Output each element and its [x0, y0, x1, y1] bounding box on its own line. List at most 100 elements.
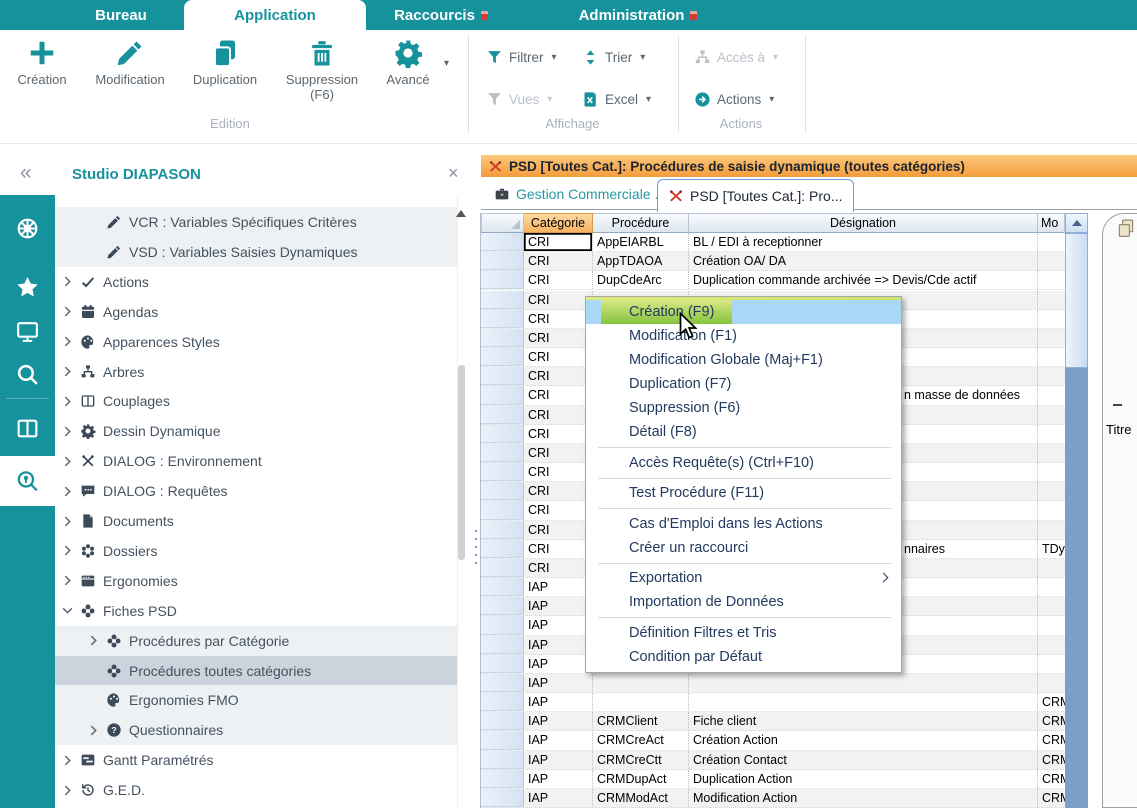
- row-header-cell[interactable]: [481, 789, 524, 807]
- chevron-right-icon[interactable]: [61, 516, 73, 527]
- sidebar-item-16[interactable]: Ergonomies FMO: [55, 685, 457, 715]
- row-header-cell[interactable]: [481, 425, 524, 443]
- cell-categorie[interactable]: CRI: [524, 386, 593, 404]
- sidebar-item-19[interactable]: G.E.D.: [55, 775, 457, 805]
- cell-module[interactable]: [1038, 425, 1065, 443]
- cell-categorie[interactable]: CRI: [524, 233, 593, 251]
- cell-categorie[interactable]: IAP: [524, 674, 593, 692]
- sidebar-item-1[interactable]: VSD : Variables Saisies Dynamiques: [55, 237, 457, 267]
- cell-categorie[interactable]: CRI: [524, 271, 593, 289]
- star-icon[interactable]: [15, 275, 40, 300]
- collapse-sidebar-button[interactable]: «: [20, 161, 32, 185]
- cell-module[interactable]: [1038, 616, 1065, 634]
- cell-module[interactable]: [1038, 252, 1065, 270]
- cell-module[interactable]: [1038, 310, 1065, 328]
- cell-procedure[interactable]: AppEIARBL: [593, 233, 689, 251]
- chevron-right-icon[interactable]: [61, 276, 73, 287]
- cell-categorie[interactable]: CRI: [524, 501, 593, 519]
- cell-categorie[interactable]: CRI: [524, 482, 593, 500]
- cell-module[interactable]: CRM: [1038, 731, 1065, 749]
- cell-module[interactable]: [1038, 655, 1065, 673]
- menu-item-15[interactable]: Importation de Données: [586, 590, 901, 614]
- cell-module[interactable]: [1038, 674, 1065, 692]
- cell-procedure[interactable]: CRMCreAct: [593, 731, 689, 749]
- column-header-designation[interactable]: Désignation: [689, 213, 1038, 233]
- table-row[interactable]: IAP CRMCreCtt Création Contact CRM: [481, 751, 1065, 770]
- tab-psd-toutes-cat[interactable]: PSD [Toutes Cat.]: Pro...: [657, 179, 854, 212]
- menu-item-7[interactable]: Accès Requête(s) (Ctrl+F10): [586, 451, 901, 475]
- row-header-cell[interactable]: [481, 559, 524, 577]
- menu-item-4[interactable]: Suppression (F6): [586, 396, 901, 420]
- cell-categorie[interactable]: IAP: [524, 770, 593, 788]
- cell-designation[interactable]: Création Action: [689, 731, 1038, 749]
- table-row[interactable]: IAP CRMModAct Modification Action CRM: [481, 789, 1065, 808]
- row-header-cell[interactable]: [481, 406, 524, 424]
- cell-module[interactable]: [1038, 444, 1065, 462]
- cell-categorie[interactable]: CRI: [524, 329, 593, 347]
- column-header-categorie[interactable]: Catégorie: [524, 213, 593, 233]
- excel-button[interactable]: Excel ▾: [582, 88, 651, 110]
- sidebar-item-0[interactable]: VCR : Variables Spécifiques Critères: [55, 207, 457, 237]
- close-icon[interactable]: ×: [448, 163, 459, 184]
- row-header-cell[interactable]: [481, 252, 524, 270]
- sidebar-item-6[interactable]: Couplages: [55, 386, 457, 416]
- cell-module[interactable]: TDyMu: [1038, 540, 1065, 558]
- cell-categorie[interactable]: CRI: [524, 348, 593, 366]
- cell-categorie[interactable]: IAP: [524, 616, 593, 634]
- column-header-procedure[interactable]: Procédure: [593, 213, 689, 233]
- cell-categorie[interactable]: CRI: [524, 425, 593, 443]
- select-all-corner-cell[interactable]: [481, 213, 524, 233]
- row-header-cell[interactable]: [481, 597, 524, 615]
- sidebar-item-8[interactable]: DIALOG : Environnement: [55, 446, 457, 476]
- menu-item-0[interactable]: Création (F9): [586, 300, 901, 324]
- cell-designation[interactable]: Duplication Action: [689, 770, 1038, 788]
- cell-categorie[interactable]: CRI: [524, 310, 593, 328]
- cell-categorie[interactable]: IAP: [524, 655, 593, 673]
- vues-button[interactable]: Vues ▾: [486, 88, 552, 110]
- table-row[interactable]: IAP CRM C: [481, 693, 1065, 712]
- cell-categorie[interactable]: IAP: [524, 731, 593, 749]
- cell-designation[interactable]: Fiche client: [689, 712, 1038, 730]
- table-row[interactable]: IAP CRMClient Fiche client CRM: [481, 712, 1065, 731]
- sidebar-item-11[interactable]: Dossiers: [55, 536, 457, 566]
- menu-item-3[interactable]: Duplication (F7): [586, 372, 901, 396]
- duplication-button[interactable]: Duplication: [182, 38, 268, 87]
- ribbon-tab-raccourcis[interactable]: Raccourcis: [366, 0, 516, 30]
- cell-categorie[interactable]: IAP: [524, 578, 593, 596]
- acces-a-button[interactable]: Accès à ▾: [694, 46, 778, 68]
- ribbon-tab-bureau[interactable]: Bureau: [58, 0, 184, 30]
- cell-designation[interactable]: Duplication commande archivée => Devis/C…: [689, 271, 1038, 289]
- cell-categorie[interactable]: IAP: [524, 789, 593, 807]
- row-header-cell[interactable]: [481, 348, 524, 366]
- sidebar-item-9[interactable]: DIALOG : Requêtes: [55, 476, 457, 506]
- suppression-button[interactable]: Suppression (F6): [272, 38, 372, 102]
- row-header-cell[interactable]: [481, 463, 524, 481]
- table-row[interactable]: CRI AppEIARBL BL / EDI à receptionner: [481, 233, 1065, 252]
- cell-module[interactable]: [1038, 636, 1065, 654]
- chevron-right-icon[interactable]: [61, 456, 73, 467]
- cell-module[interactable]: CRM C: [1038, 693, 1065, 711]
- cell-module[interactable]: [1038, 482, 1065, 500]
- row-header-cell[interactable]: [481, 233, 524, 251]
- row-header-cell[interactable]: [481, 770, 524, 788]
- monitor-icon[interactable]: [15, 319, 40, 344]
- cell-module[interactable]: [1038, 291, 1065, 309]
- sidebar-item-18[interactable]: Gantt Paramétrés: [55, 745, 457, 775]
- cell-designation[interactable]: Création OA/ DA: [689, 252, 1038, 270]
- cell-module[interactable]: [1038, 463, 1065, 481]
- row-header-cell[interactable]: [481, 329, 524, 347]
- chevron-down-icon[interactable]: [61, 605, 73, 616]
- cell-procedure[interactable]: DupCdeArc: [593, 271, 689, 289]
- chevron-right-icon[interactable]: [61, 575, 73, 586]
- cell-designation[interactable]: Modification Action: [689, 789, 1038, 807]
- avance-button[interactable]: Avancé: [377, 38, 439, 87]
- ribbon-tab-application[interactable]: Application: [184, 0, 366, 30]
- chevron-right-icon[interactable]: [61, 486, 73, 497]
- scrollbar-thumb[interactable]: [1065, 233, 1088, 368]
- cell-procedure[interactable]: CRMModAct: [593, 789, 689, 807]
- wheel-icon[interactable]: [15, 216, 40, 241]
- cell-procedure[interactable]: CRMDupAct: [593, 770, 689, 788]
- chevron-right-icon[interactable]: [61, 306, 73, 317]
- chevron-right-icon[interactable]: [87, 725, 99, 736]
- chevron-right-icon[interactable]: [61, 785, 73, 796]
